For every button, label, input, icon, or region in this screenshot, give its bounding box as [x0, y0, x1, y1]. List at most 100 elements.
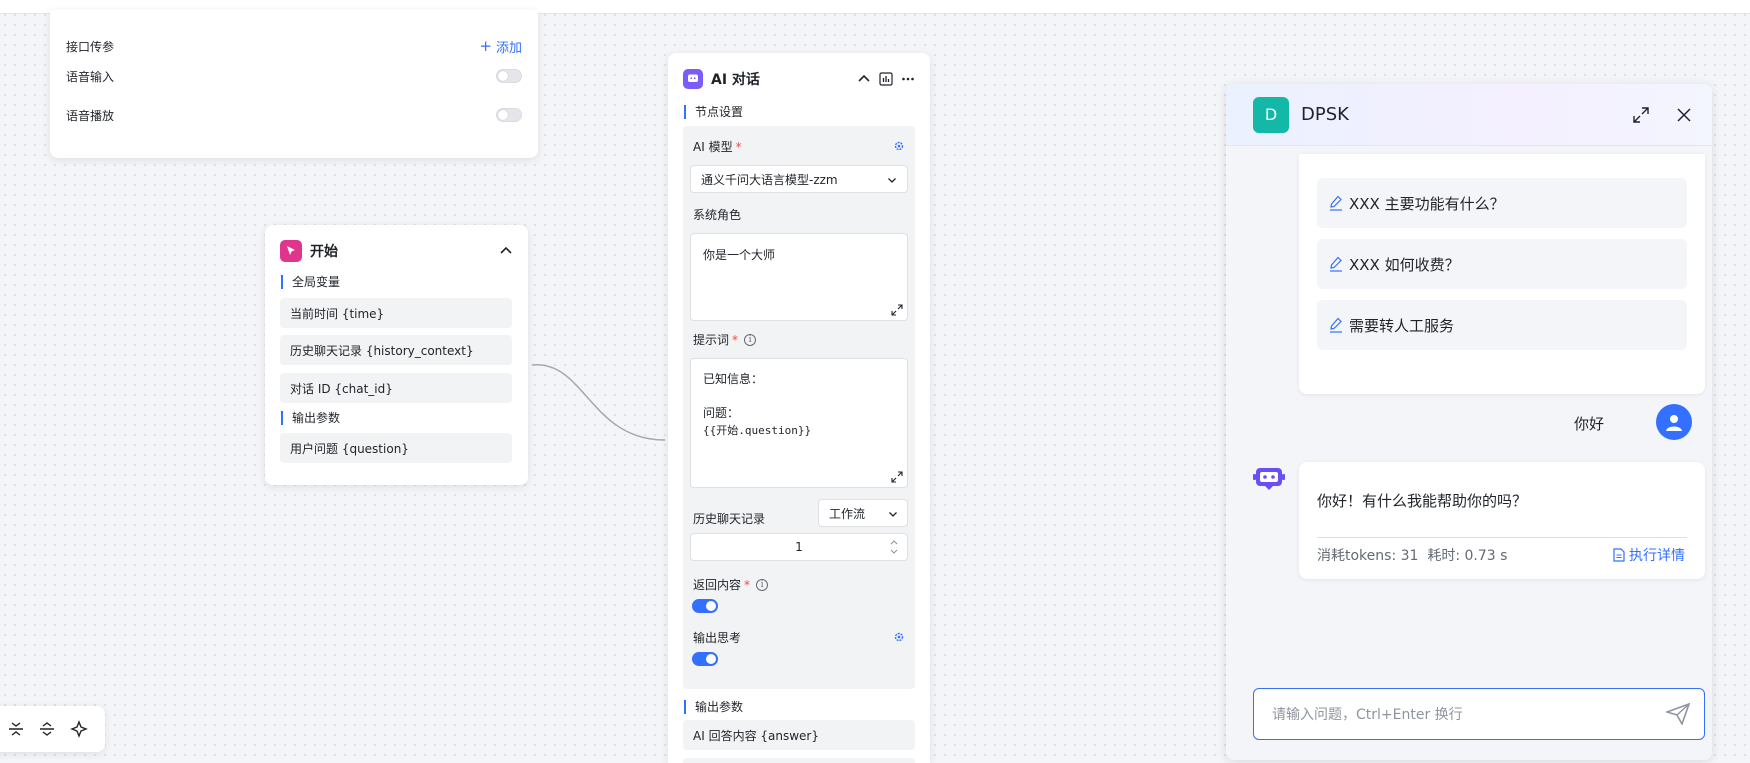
history-count-stepper[interactable]: 1 [690, 533, 908, 561]
model-label-text: AI 模型 [693, 140, 733, 154]
chat-input[interactable]: 请输入问题，Ctrl+Enter 换行 [1253, 688, 1705, 740]
chevron-down-icon [888, 178, 896, 183]
ai-settings-panel: AI 模型 * 通义千问大语言模型-zzm 系统角色 你是一个大师 提示词 * i … [683, 126, 915, 689]
beautify-icon[interactable] [69, 719, 89, 739]
add-label: 添加 [495, 40, 522, 56]
api-params-label: 接口传参 [66, 39, 115, 54]
output-thinking-label: 输出思考 [693, 631, 742, 645]
return-label-text: 返回内容 [693, 578, 742, 592]
prompt-line: 已知信息： [703, 372, 764, 386]
prompt-textarea[interactable]: 已知信息： 问题： {{开始.question}} [690, 358, 908, 488]
user-message: 你好 [1573, 415, 1604, 433]
chevron-down-icon [889, 512, 897, 517]
execution-detail-button[interactable]: 执行详情 [1613, 545, 1685, 565]
bot-message-text: 你好！有什么我能帮助你的吗？ [1317, 492, 1528, 510]
global-var-item: 历史聊天记录 {history_context} [280, 335, 512, 365]
model-select[interactable]: 通义千问大语言模型-zzm [690, 165, 908, 193]
global-vars-label: 全局变量 [281, 275, 340, 289]
usage-stats: 消耗tokens: 31 耗时: 0.73 s [1317, 545, 1507, 565]
app-avatar: D [1253, 96, 1289, 133]
start-node[interactable]: 开始 全局变量 当前时间 {time} 历史聊天记录 {history_cont… [265, 225, 528, 485]
info-icon[interactable]: i [756, 578, 769, 591]
plus-icon: + [479, 36, 492, 55]
ai-output-params-label: 输出参数 [684, 700, 743, 714]
voice-input-label: 语音输入 [66, 69, 115, 84]
info-icon[interactable]: i [744, 333, 757, 346]
robot-avatar-icon [1253, 468, 1285, 490]
suggestion-text: XXX 主要功能有什么？ [1349, 194, 1505, 213]
prompt-line: 问题： [703, 406, 740, 420]
ai-chat-node[interactable]: AI 对话 节点设置 AI 模型 * 通义千问大语言模型-zzm 系统角色 你是一… [668, 53, 930, 763]
global-var-item: 对话 ID {chat_id} [280, 373, 512, 403]
node-settings-label: 节点设置 [684, 105, 743, 119]
suggestion-item[interactable]: 需要转人工服务 [1317, 300, 1687, 350]
chevron-up-icon[interactable] [499, 244, 513, 258]
return-content-label: 返回内容 * i [693, 576, 769, 593]
pencil-icon [1330, 256, 1342, 272]
voice-input-row: 语音输入 [66, 66, 522, 86]
ai-output-param-item [683, 758, 915, 763]
expand-icon[interactable] [891, 304, 903, 316]
start-node-header: 开始 [280, 240, 513, 262]
bar-chart-icon[interactable] [879, 72, 893, 86]
output-thinking-toggle[interactable] [692, 652, 718, 666]
chat-debug-panel: D DPSK XXX 主要功能有什么？ XXX 如何收费？ 需要转人工服务 你好 [1226, 84, 1712, 760]
user-avatar-icon [1656, 404, 1692, 440]
output-params-label: 输出参数 [281, 411, 340, 425]
pointer-icon [280, 240, 302, 262]
global-var-item: 当前时间 {time} [280, 298, 512, 328]
bot-message-card: 你好！有什么我能帮助你的吗？ 消耗tokens: 31 耗时: 0.73 s 执… [1299, 462, 1705, 579]
history-source-select[interactable]: 工作流 [818, 499, 908, 527]
collapse-all-icon[interactable] [6, 719, 26, 739]
voice-input-toggle[interactable] [496, 69, 522, 83]
history-label: 历史聊天记录 [693, 512, 766, 526]
output-param-item: 用户问题 {question} [280, 433, 512, 463]
app-settings-card: 接口传参 + 添加 语音输入 语音播放 [50, 10, 538, 158]
gear-icon[interactable] [893, 631, 905, 643]
voice-play-row: 语音播放 [66, 105, 522, 125]
chat-bubble-icon [683, 69, 703, 89]
close-icon[interactable] [1676, 107, 1692, 123]
prompt-line: {{开始.question}} [703, 424, 812, 437]
chevron-up-icon[interactable] [857, 72, 871, 86]
time-text: 耗时: 0.73 s [1427, 548, 1508, 564]
expand-icon[interactable] [891, 471, 903, 483]
stepper-arrows-icon[interactable] [889, 537, 899, 557]
prompt-label: 提示词 * i [693, 331, 757, 348]
history-source-value: 工作流 [829, 506, 866, 521]
tokens-text: 消耗tokens: 31 [1317, 548, 1419, 564]
return-content-toggle[interactable] [692, 599, 718, 613]
expand-all-icon[interactable] [37, 719, 57, 739]
canvas-toolbar [0, 706, 105, 752]
prompt-label-text: 提示词 [693, 333, 730, 347]
voice-play-toggle[interactable] [496, 108, 522, 122]
suggestion-text: XXX 如何收费？ [1349, 255, 1460, 274]
more-icon[interactable] [901, 72, 915, 86]
ai-node-header: AI 对话 [683, 68, 915, 90]
suggestion-item[interactable]: XXX 如何收费？ [1317, 239, 1687, 289]
chat-header: D DPSK [1226, 84, 1712, 146]
system-role-label: 系统角色 [693, 208, 742, 222]
document-icon [1613, 548, 1625, 562]
suggestion-text: 需要转人工服务 [1349, 316, 1455, 335]
required-mark: * [744, 577, 751, 592]
ai-output-param-item: AI 回答内容 {answer} [683, 720, 915, 750]
system-role-textarea[interactable]: 你是一个大师 [690, 233, 908, 321]
chat-title: DPSK [1301, 104, 1349, 125]
model-select-value: 通义千问大语言模型-zzm [701, 172, 838, 187]
connector-line [531, 364, 666, 441]
required-mark: * [732, 332, 739, 347]
ai-node-title: AI 对话 [711, 72, 760, 88]
add-param-button[interactable]: + 添加 [479, 37, 522, 56]
fullscreen-icon[interactable] [1632, 106, 1650, 124]
chat-input-placeholder: 请输入问题，Ctrl+Enter 换行 [1272, 707, 1463, 723]
divider [1317, 537, 1687, 538]
execution-detail-label: 执行详情 [1629, 548, 1685, 564]
gear-icon[interactable] [893, 140, 905, 152]
required-mark: * [735, 139, 742, 154]
suggestion-item[interactable]: XXX 主要功能有什么？ [1317, 178, 1687, 228]
send-icon[interactable] [1666, 703, 1690, 725]
welcome-message-card: XXX 主要功能有什么？ XXX 如何收费？ 需要转人工服务 [1299, 154, 1705, 394]
system-role-value: 你是一个大师 [703, 248, 776, 262]
start-node-title: 开始 [310, 244, 338, 260]
